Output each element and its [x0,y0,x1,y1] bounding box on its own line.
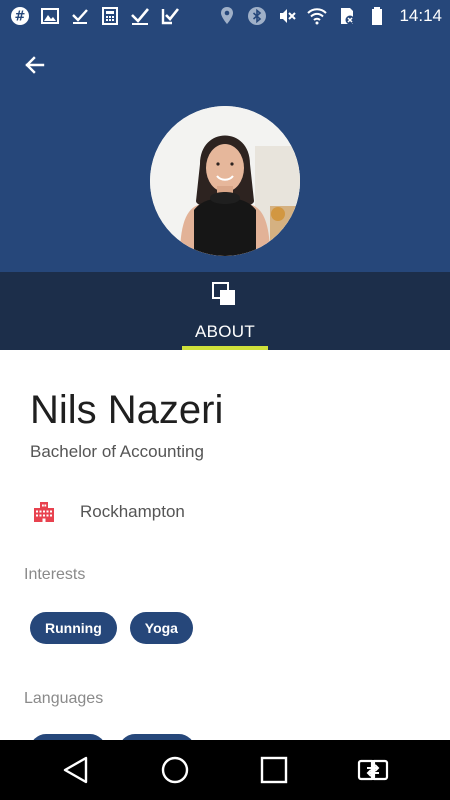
building-icon [34,502,54,522]
check-icon [70,6,90,26]
location-icon [217,6,237,26]
recents-square-icon [260,756,288,784]
check-box-icon [160,6,180,26]
interest-chip[interactable]: Yoga [129,612,193,644]
arrow-left-icon [25,56,45,74]
home-circle-icon [161,756,189,784]
profile-content: Nils Nazeri Bachelor of Accounting Rockh… [0,350,450,740]
nav-back-button[interactable] [59,754,93,786]
image-icon [40,6,60,26]
svg-text:#: # [15,10,26,25]
sim-icon [337,6,357,26]
mute-icon [277,6,297,26]
interests-heading: Interests [24,566,86,583]
location-text: Rockhampton [80,502,185,521]
interest-chip[interactable]: Running [30,612,117,644]
profile-degree: Bachelor of Accounting [30,442,204,461]
back-triangle-icon [63,756,88,784]
back-button[interactable] [20,50,50,80]
bluetooth-icon [247,6,267,26]
nav-home-button[interactable] [158,754,192,786]
profile-name: Nils Nazeri [30,388,224,432]
nav-switch-app-button[interactable] [356,754,390,786]
profile-photo [150,106,300,256]
nav-recents-button[interactable] [257,754,291,786]
navigation-bar [0,740,450,800]
overlap-squares-icon [212,282,235,305]
languages-heading: Languages [24,690,104,707]
status-left-icons: # [10,6,180,26]
calculator-icon [100,6,120,26]
slack-icon: # [10,6,30,26]
battery-icon [367,6,387,26]
status-right-icons: 14:14 [217,6,442,26]
tab-bar: ABOUT [0,272,450,350]
status-bar: # 14:14 [0,0,450,32]
tab-about[interactable]: ABOUT [182,272,268,350]
profile-header [0,32,450,272]
status-time: 14:14 [399,6,442,25]
check-icon [130,6,150,26]
location-row: Rockhampton [32,500,185,524]
switch-app-icon [357,759,389,781]
interests-chips: Running Yoga [30,612,193,644]
tab-label: ABOUT [194,322,256,341]
avatar [150,106,300,256]
wifi-icon [307,6,328,26]
